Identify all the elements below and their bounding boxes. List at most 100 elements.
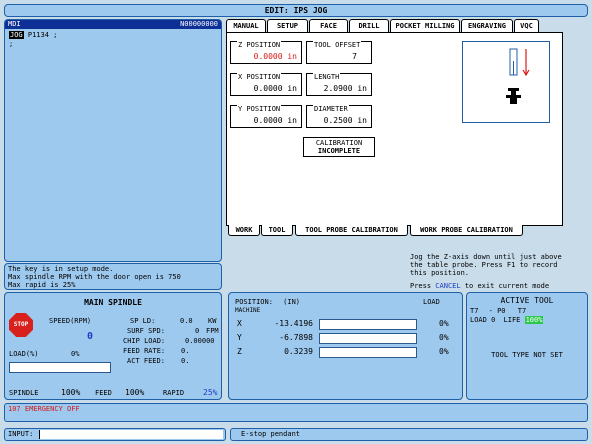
mdi-panel[interactable]: MDI N00000000 JOG P1134 ; ; bbox=[4, 19, 222, 262]
tab-work-probe-calibration[interactable]: WORK PROBE CALIBRATION bbox=[410, 225, 523, 236]
tab-tool[interactable]: TOOL bbox=[261, 225, 293, 236]
speed-value: 0 bbox=[87, 331, 94, 342]
bottom-tab-bar: WORK TOOL TOOL PROBE CALIBRATION WORK PR… bbox=[226, 225, 588, 237]
load-percent-label: LOAD(%) bbox=[9, 350, 39, 358]
feed-override-label: FEED bbox=[95, 389, 112, 397]
instruction-line: the table probe. Press F1 to record bbox=[410, 261, 558, 269]
cursor-block: JOG bbox=[9, 31, 24, 39]
spindle-title: MAIN SPINDLE bbox=[84, 298, 142, 307]
spindle-load-bar bbox=[9, 362, 111, 373]
rapid-override-label: RAPID bbox=[163, 389, 185, 397]
calibration-status: CALIBRATION INCOMPLETE bbox=[303, 137, 375, 157]
sp-ld-value: 0.0 bbox=[180, 317, 193, 325]
load-header: LOAD bbox=[423, 298, 440, 306]
tab-drill[interactable]: DRILL bbox=[349, 19, 389, 32]
y-load-value: 0% bbox=[439, 333, 449, 342]
tool-life-label: LIFE bbox=[503, 316, 521, 324]
tool-offset-field[interactable]: TOOL OFFSET 7 bbox=[306, 41, 372, 64]
position-panel: POSITION: (IN) MACHINE LOAD X -13.4196 0… bbox=[228, 292, 463, 400]
chip-load-label: CHIP LOAD: bbox=[123, 337, 166, 345]
exit-text: to exit current mode bbox=[464, 282, 550, 290]
feed-rate-value: 0. bbox=[181, 347, 190, 355]
x-position-label: X POSITION bbox=[237, 73, 282, 81]
act-feed-value: 0. bbox=[181, 357, 190, 365]
status-bar: E-stop pendant bbox=[230, 428, 588, 441]
message-line: Max rapid is 25% bbox=[8, 281, 76, 289]
z-load-value: 0% bbox=[439, 347, 449, 356]
program-line: ; bbox=[9, 40, 14, 48]
length-value: 2.0900 in bbox=[323, 84, 367, 93]
z-position-field[interactable]: Z POSITION 0.0000 in bbox=[230, 41, 302, 64]
instruction-cancel-line: Press CANCEL to exit current mode bbox=[410, 282, 588, 290]
calibration-value: INCOMPLETE bbox=[317, 147, 361, 155]
main-spindle-panel: MAIN SPINDLE STOP SPEED(RPM) 0 LOAD(%) 0… bbox=[4, 292, 222, 400]
surf-spd-unit: FPM bbox=[206, 327, 219, 335]
tool-number-right: T7 bbox=[517, 307, 527, 315]
rapid-override-value: 25% bbox=[203, 388, 218, 397]
tool-number-left: T7 bbox=[470, 307, 479, 315]
tab-vqc[interactable]: VQC bbox=[514, 19, 539, 32]
message-panel: The key is in setup mode. Max spindle RP… bbox=[4, 263, 222, 290]
program-text[interactable]: JOG P1134 ; ; bbox=[5, 29, 221, 51]
diameter-field[interactable]: DIAMETER 0.2500 in bbox=[306, 105, 372, 128]
mdi-header: MDI N00000000 bbox=[5, 20, 221, 29]
probe-icon bbox=[508, 88, 519, 91]
machine-label: MACHINE bbox=[235, 307, 261, 314]
top-tab-bar: MANUAL SETUP FACE DRILL POCKET MILLING E… bbox=[226, 19, 588, 33]
tool-offset-label: TOOL OFFSET bbox=[313, 41, 362, 49]
program-line: JOG P1134 ; bbox=[9, 31, 217, 40]
tab-face[interactable]: FACE bbox=[309, 19, 348, 32]
tab-pocket-milling[interactable]: POCKET MILLING bbox=[390, 19, 460, 32]
active-tool-load-row: LOAD 0 LIFE 100% bbox=[470, 316, 544, 324]
x-position-value: 0.0000 in bbox=[253, 84, 297, 93]
feed-rate-label: FEED RATE: bbox=[123, 347, 166, 355]
y-position-field[interactable]: Y POSITION 0.0000 in bbox=[230, 105, 302, 128]
x-axis-value: -13.4196 bbox=[274, 319, 313, 328]
mdi-label: MDI bbox=[8, 20, 21, 28]
length-label: LENGTH bbox=[313, 73, 341, 81]
input-field[interactable] bbox=[39, 430, 223, 439]
z-axis-value: 0.3239 bbox=[284, 347, 313, 356]
tool-offset-value: 7 bbox=[352, 52, 357, 61]
z-load-bar bbox=[319, 347, 417, 358]
act-feed-label: ACT FEED: bbox=[127, 357, 165, 365]
press-text: Press bbox=[410, 282, 432, 290]
status-text: E-stop pendant bbox=[241, 430, 301, 438]
x-position-field[interactable]: X POSITION 0.0000 in bbox=[230, 73, 302, 96]
active-tool-panel: ACTIVE TOOL T7 - P0 T7 LOAD 0 LIFE 100% … bbox=[466, 292, 588, 400]
tab-engraving[interactable]: ENGRAVING bbox=[461, 19, 513, 32]
speed-label: SPEED(RPM) bbox=[49, 317, 92, 325]
message-line: The key is in setup mode. bbox=[8, 265, 114, 273]
y-position-label: Y POSITION bbox=[237, 105, 282, 113]
feed-override-value: 100% bbox=[125, 388, 145, 397]
active-tool-title: ACTIVE TOOL bbox=[500, 296, 554, 305]
window-title: EDIT: IPS JOG bbox=[4, 4, 588, 17]
spindle-override-value: 100% bbox=[61, 388, 81, 397]
program-line-text: P1134 ; bbox=[27, 31, 58, 39]
tab-work[interactable]: WORK bbox=[228, 225, 260, 236]
x-load-value: 0% bbox=[439, 319, 449, 328]
z-axis-label: Z bbox=[237, 347, 242, 356]
surf-spd-label: SURF SPD: bbox=[127, 327, 165, 335]
tool-type: TOOL TYPE NOT SET bbox=[491, 351, 563, 359]
position-unit: (IN) bbox=[283, 298, 301, 306]
position-label: POSITION: bbox=[235, 298, 273, 306]
input-bar: INPUT: bbox=[4, 428, 226, 441]
input-label: INPUT: bbox=[8, 430, 34, 438]
x-axis-label: X bbox=[237, 319, 242, 328]
tab-tool-probe-calibration[interactable]: TOOL PROBE CALIBRATION bbox=[295, 225, 408, 236]
tool-load: LOAD 0 bbox=[470, 316, 496, 324]
length-field[interactable]: LENGTH 2.0900 in bbox=[306, 73, 372, 96]
instruction-line: this position. bbox=[410, 269, 470, 277]
cancel-key-text: CANCEL bbox=[435, 282, 461, 290]
tab-setup[interactable]: SETUP bbox=[267, 19, 308, 32]
y-position-value: 0.0000 in bbox=[253, 116, 297, 125]
program-number: N00000000 bbox=[180, 20, 218, 28]
surf-spd-value: 0 bbox=[195, 327, 200, 335]
z-position-value: 0.0000 in bbox=[253, 52, 297, 61]
y-axis-label: Y bbox=[237, 333, 242, 342]
diameter-label: DIAMETER bbox=[313, 105, 349, 113]
tab-manual[interactable]: MANUAL bbox=[226, 19, 266, 32]
chip-load-value: 0.00000 bbox=[185, 337, 215, 345]
message-line: Max spindle RPM with the door open is 75… bbox=[8, 273, 181, 281]
